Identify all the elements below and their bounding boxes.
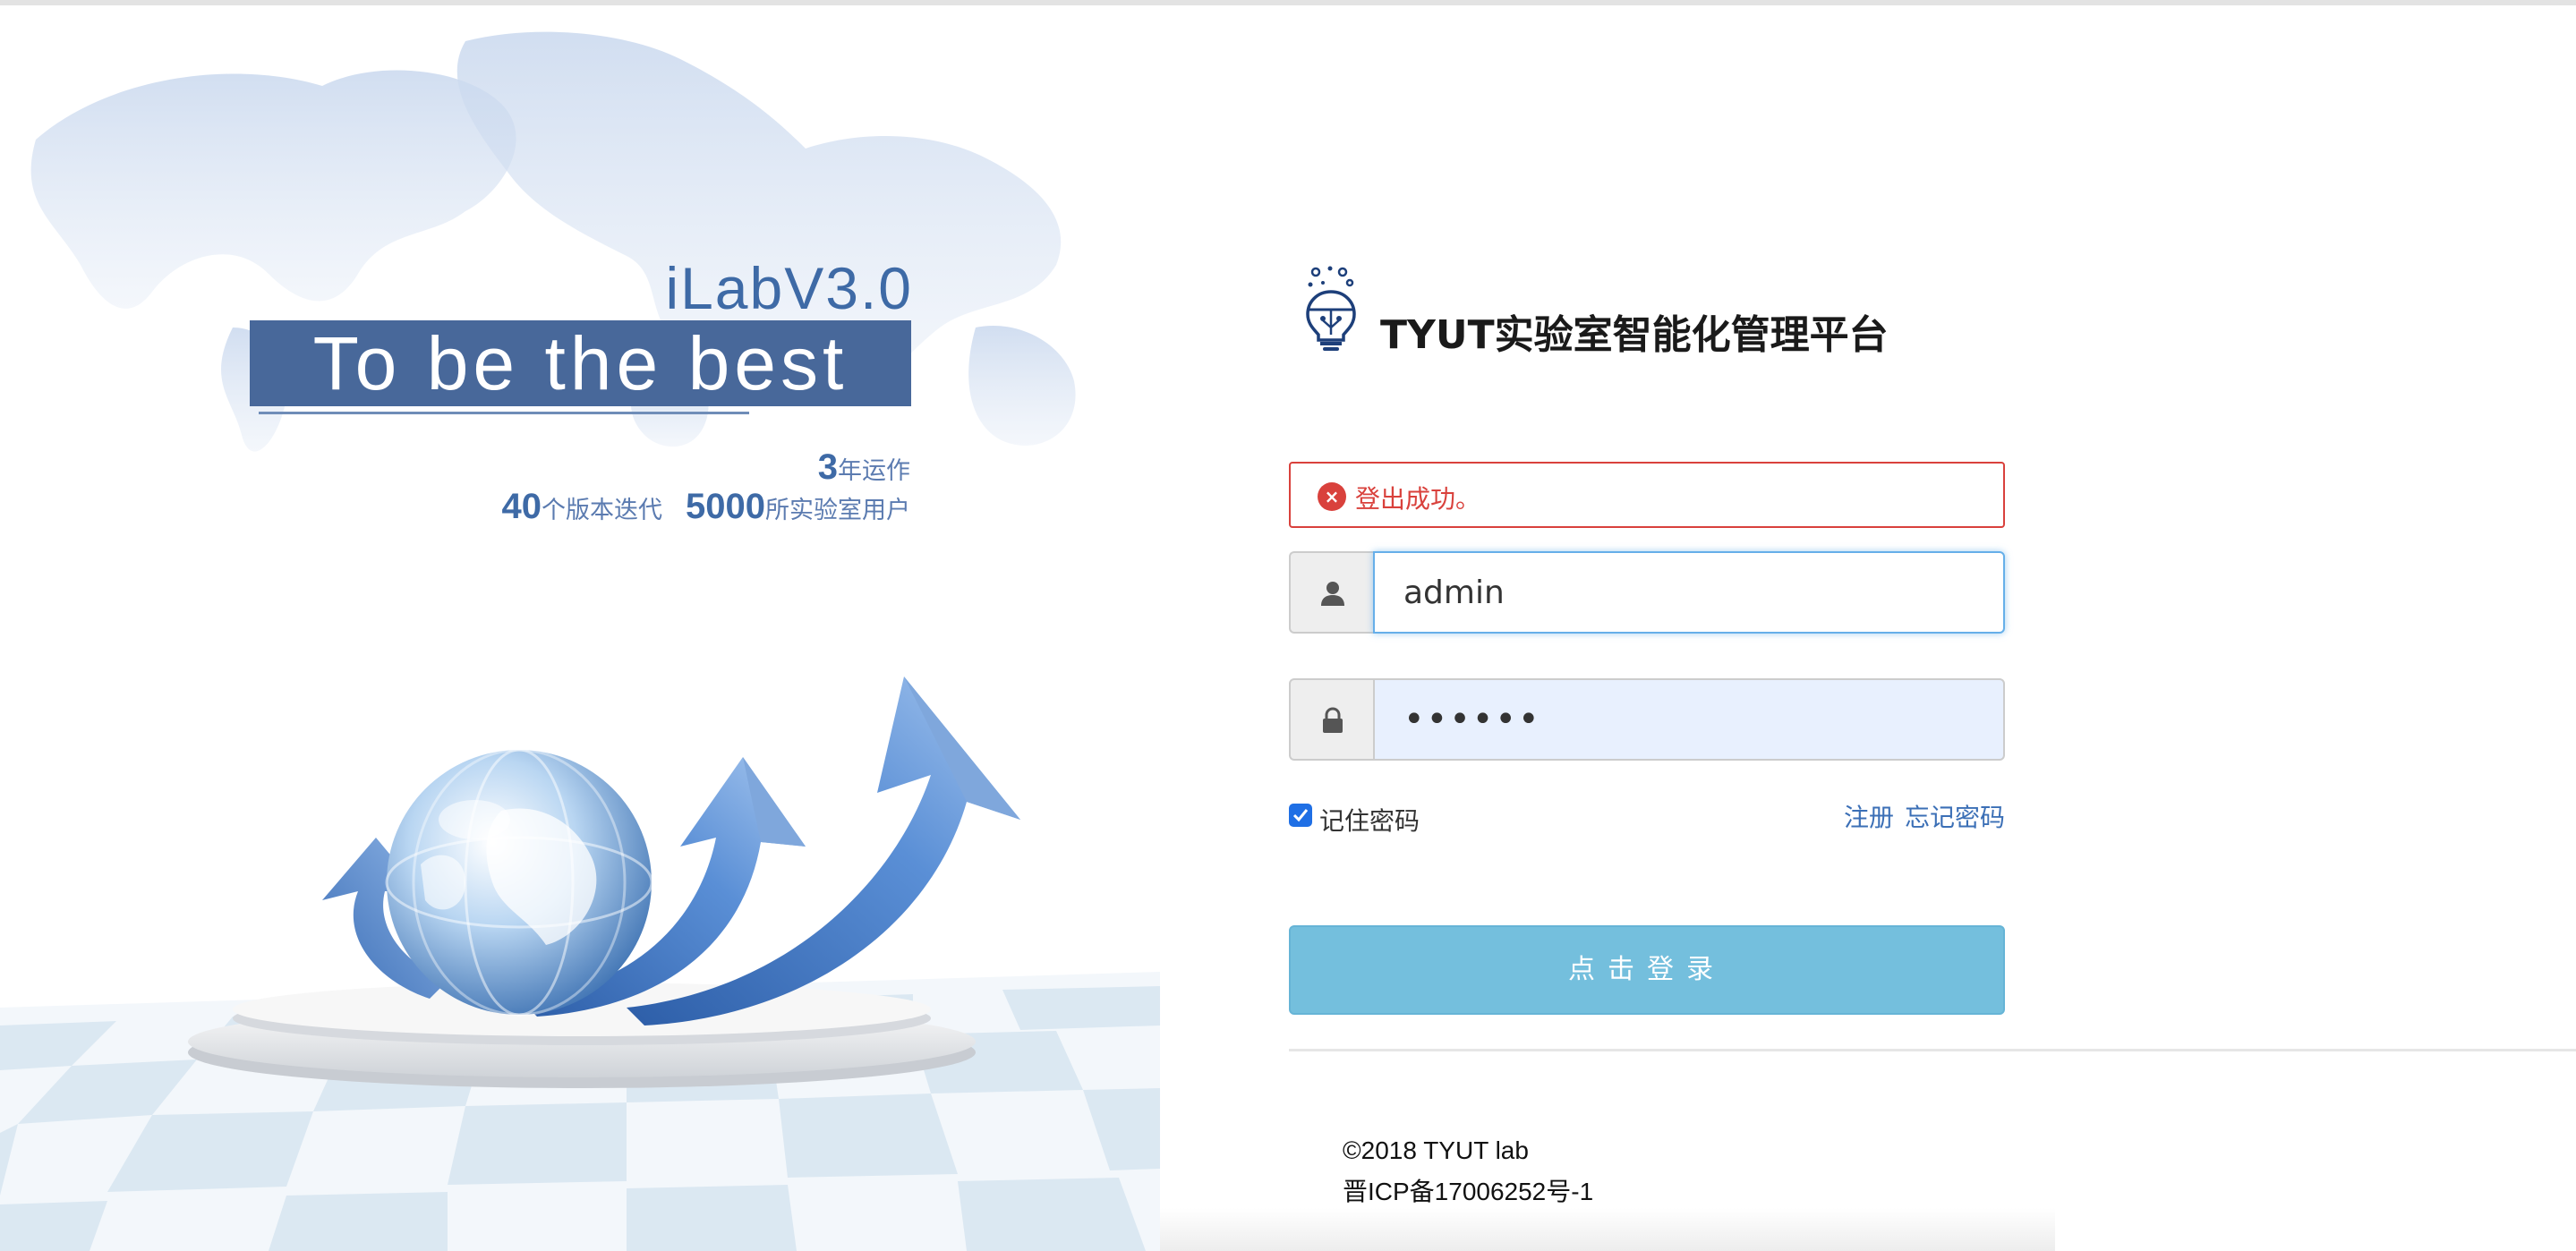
lightbulb-icon	[1306, 266, 1356, 351]
footer-icp[interactable]: 晋ICP备17006252号-1	[1343, 1172, 1593, 1208]
hero-illustration	[0, 31, 1160, 1251]
register-link[interactable]: 注册	[1844, 803, 1894, 832]
stat-users-number: 5000	[686, 487, 765, 526]
login-page: iLabV3.0 To be the best 3年运作 40个版本迭代 5000…	[0, 0, 2576, 1251]
password-input[interactable]	[1373, 678, 2005, 761]
username-group	[1289, 551, 2005, 634]
user-icon	[1321, 582, 1344, 606]
logout-alert: × 登出成功。	[1289, 462, 2005, 528]
slogan-underline	[259, 412, 749, 414]
hero-panel: iLabV3.0 To be the best 3年运作 40个版本迭代 5000…	[0, 5, 1160, 1251]
stat-versions-users: 40个版本迭代 5000所实验室用户	[502, 487, 910, 527]
checkmark-icon	[1292, 809, 1309, 822]
footer-divider	[1289, 1049, 2576, 1051]
globe	[385, 748, 653, 1017]
stat-versions-label: 个版本迭代	[542, 497, 663, 524]
slogan-banner: To be the best	[250, 320, 911, 406]
password-group	[1289, 678, 2005, 761]
login-button[interactable]: 点击登录	[1289, 925, 2005, 1015]
auth-links: 注册 忘记密码	[1844, 798, 2005, 834]
stat-versions-number: 40	[501, 487, 542, 526]
remember-checkbox[interactable]	[1289, 804, 1312, 827]
footer-copyright: ©2018 TYUT lab	[1343, 1136, 1529, 1164]
lock-icon	[1323, 707, 1343, 733]
remember-label: 记住密码	[1319, 806, 1420, 836]
app-title: TYUT实验室智能化管理平台	[1380, 312, 1889, 358]
stat-years: 3年运作	[818, 447, 910, 488]
alert-message: 登出成功。	[1355, 484, 1481, 514]
error-circle-icon: ×	[1318, 482, 1346, 511]
slogan-text: To be the best	[312, 321, 849, 405]
password-addon	[1289, 678, 1373, 761]
brand-version: iLabV3.0	[665, 255, 913, 321]
username-input[interactable]	[1373, 551, 2005, 634]
stat-years-number: 3	[817, 447, 838, 487]
stat-users-label: 所实验室用户	[765, 497, 910, 524]
username-addon	[1289, 551, 1373, 634]
footer-shadow	[1160, 1208, 2055, 1251]
forgot-password-link[interactable]: 忘记密码	[1905, 803, 2005, 832]
stat-years-label: 年运作	[838, 457, 910, 485]
